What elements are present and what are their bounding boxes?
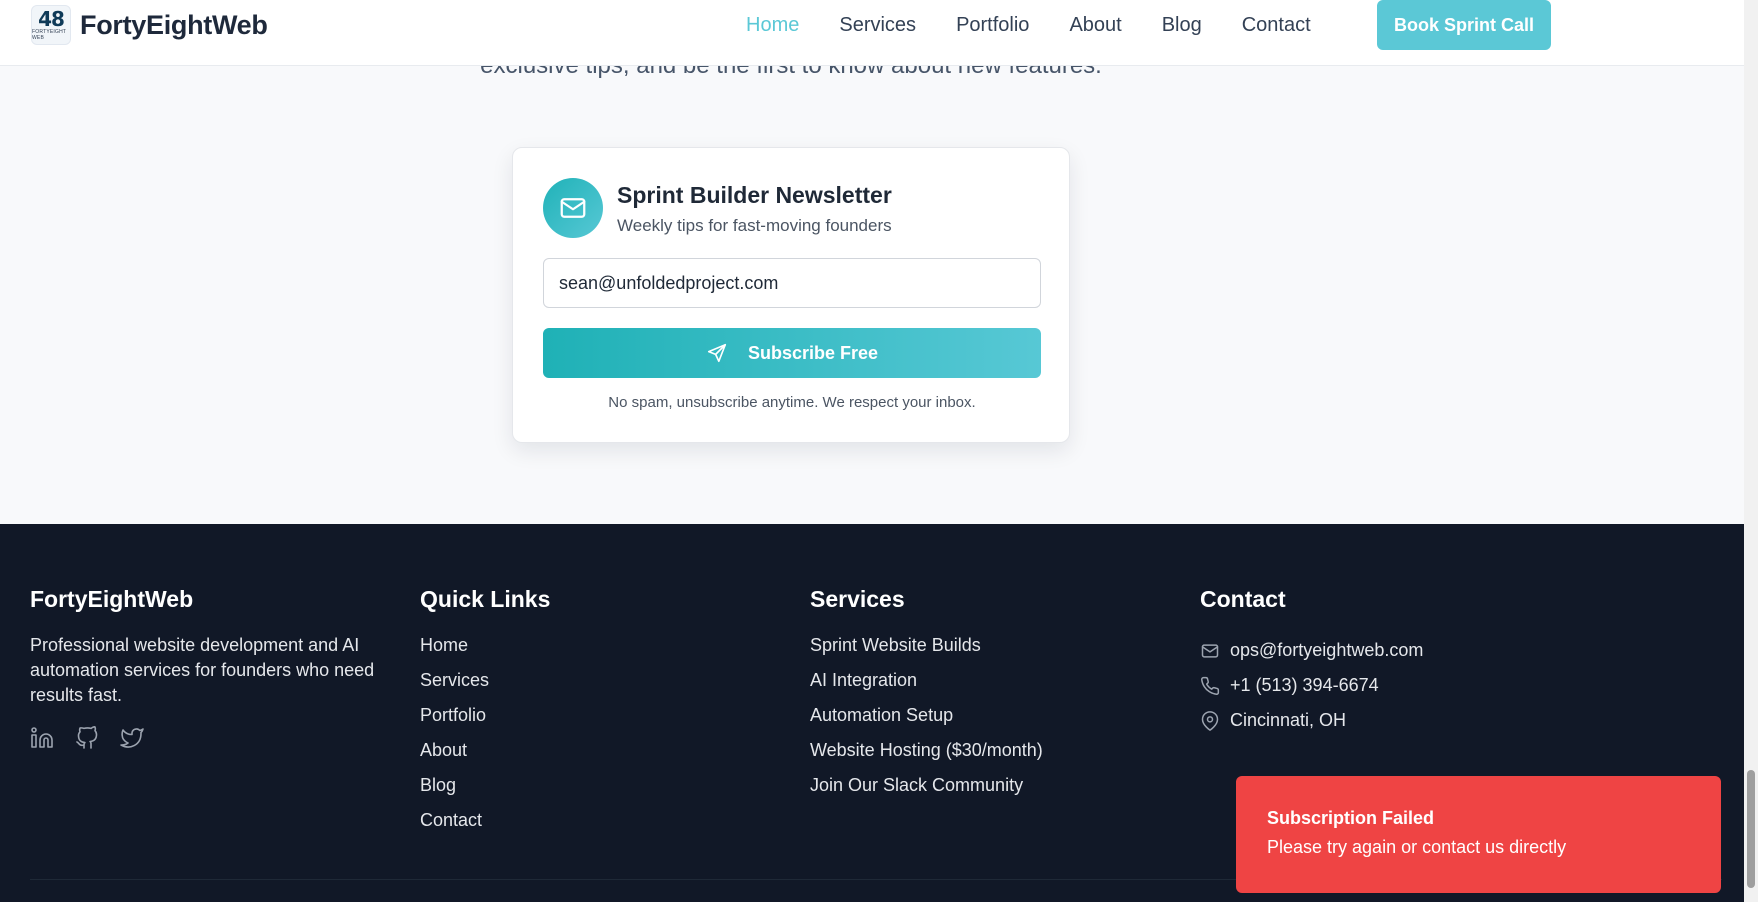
toast-title: Subscription Failed bbox=[1267, 808, 1435, 828]
newsletter-card: Sprint Builder Newsletter Weekly tips fo… bbox=[512, 147, 1070, 443]
footer-link-about[interactable]: About bbox=[420, 738, 550, 773]
footer-link-blog[interactable]: Blog bbox=[420, 773, 550, 808]
main-nav: Home Services Portfolio About Blog Conta… bbox=[746, 0, 1351, 50]
contact-location-text: Cincinnati, OH bbox=[1230, 710, 1347, 730]
footer-service-hosting[interactable]: Website Hosting ($30/month) bbox=[810, 738, 1043, 773]
toast-message: Please try again or contact us directly bbox=[1267, 837, 1567, 857]
subscribe-label: Subscribe Free bbox=[747, 342, 879, 363]
nav-about[interactable]: About bbox=[1069, 14, 1121, 37]
nav-contact[interactable]: Contact bbox=[1242, 14, 1311, 37]
nav-home[interactable]: Home bbox=[746, 14, 799, 37]
nav-portfolio[interactable]: Portfolio bbox=[956, 14, 1029, 37]
contact-phone-text: +1 (513) 394-6674 bbox=[1230, 675, 1379, 695]
footer-service-slack[interactable]: Join Our Slack Community bbox=[810, 773, 1043, 808]
send-icon bbox=[706, 342, 728, 364]
services-title: Services bbox=[810, 586, 905, 612]
mail-icon bbox=[1200, 641, 1220, 661]
footer-service-automation[interactable]: Automation Setup bbox=[810, 703, 1043, 738]
contact-title: Contact bbox=[1200, 586, 1286, 612]
footer-link-contact[interactable]: Contact bbox=[420, 808, 550, 843]
nav-blog[interactable]: Blog bbox=[1162, 14, 1202, 37]
footer-brand-title: FortyEightWeb bbox=[30, 586, 194, 612]
footer-service-sprint-builds[interactable]: Sprint Website Builds bbox=[810, 633, 1043, 668]
phone-icon bbox=[1200, 676, 1220, 696]
book-sprint-call-button[interactable]: Book Sprint Call bbox=[1377, 0, 1551, 50]
contact-email-text: ops@fortyeightweb.com bbox=[1230, 640, 1424, 660]
email-input[interactable] bbox=[543, 258, 1041, 308]
page-scrollbar[interactable] bbox=[1744, 0, 1758, 902]
github-icon[interactable] bbox=[75, 726, 99, 750]
contact-location: Cincinnati, OH bbox=[1200, 703, 1423, 738]
brand-name[interactable]: FortyEightWeb bbox=[80, 10, 268, 41]
footer-services: Services Sprint Website Builds AI Integr… bbox=[810, 586, 1043, 808]
footer-link-services[interactable]: Services bbox=[420, 668, 550, 703]
scrollbar-thumb[interactable] bbox=[1747, 770, 1755, 888]
footer-service-ai-integration[interactable]: AI Integration bbox=[810, 668, 1043, 703]
site-header: 48 FORTYEIGHT WEB FortyEightWeb Home Ser… bbox=[0, 0, 1744, 66]
linkedin-icon[interactable] bbox=[30, 726, 54, 750]
contact-phone[interactable]: +1 (513) 394-6674 bbox=[1200, 668, 1423, 703]
twitter-icon[interactable] bbox=[120, 726, 144, 750]
contact-email[interactable]: ops@fortyeightweb.com bbox=[1200, 633, 1423, 668]
social-links bbox=[30, 726, 380, 750]
footer-description: Professional website development and AI … bbox=[30, 635, 375, 705]
footer-link-portfolio[interactable]: Portfolio bbox=[420, 703, 550, 738]
nav-services[interactable]: Services bbox=[839, 14, 916, 37]
footer-quick-links: Quick Links Home Services Portfolio Abou… bbox=[420, 586, 550, 843]
logo[interactable]: 48 FORTYEIGHT WEB bbox=[31, 5, 71, 45]
footer-brand-column: FortyEightWeb Professional website devel… bbox=[30, 586, 380, 750]
newsletter-title: Sprint Builder Newsletter bbox=[617, 182, 892, 208]
logo-subtext: FORTYEIGHT WEB bbox=[32, 29, 67, 41]
map-pin-icon bbox=[1200, 710, 1220, 731]
newsletter-subtitle: Weekly tips for fast-moving founders bbox=[617, 216, 892, 235]
privacy-note: No spam, unsubscribe anytime. We respect… bbox=[608, 394, 976, 411]
mail-icon bbox=[543, 178, 603, 238]
logo-number: 48 bbox=[38, 7, 65, 31]
quick-links-title: Quick Links bbox=[420, 586, 551, 612]
footer-link-home[interactable]: Home bbox=[420, 633, 550, 668]
footer-contact: Contact ops@fortyeightweb.com +1 (513) 3… bbox=[1200, 586, 1423, 738]
error-toast[interactable]: Subscription Failed Please try again or … bbox=[1236, 776, 1721, 893]
subscribe-button[interactable]: Subscribe Free bbox=[543, 328, 1041, 378]
